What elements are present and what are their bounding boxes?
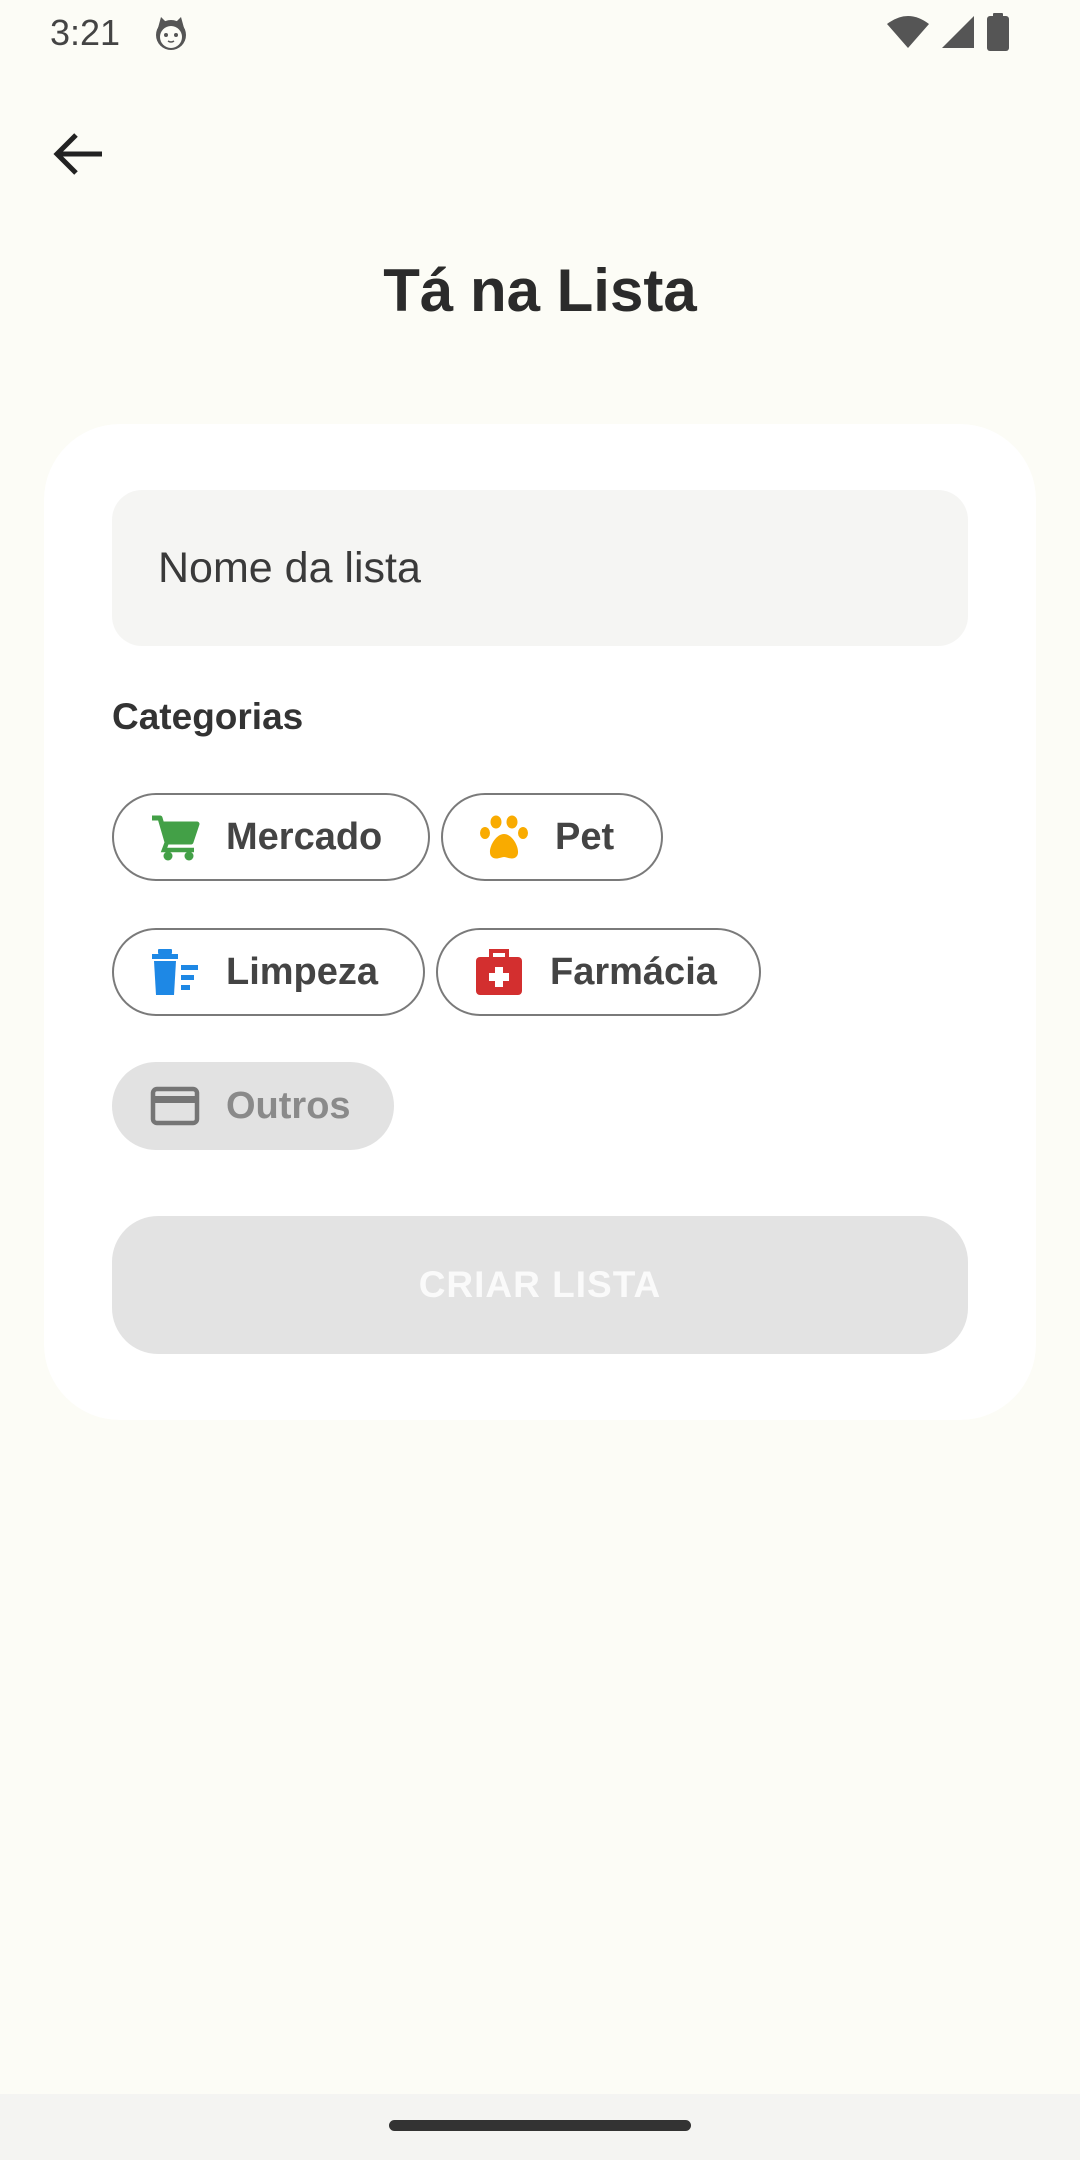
category-chip-pet[interactable]: Pet <box>441 793 663 881</box>
shopping-cart-icon <box>150 812 200 862</box>
back-button[interactable] <box>44 122 112 190</box>
category-chip-outros[interactable]: Outros <box>112 1062 394 1150</box>
create-list-card: Categorias Mercado Pet <box>44 424 1036 1420</box>
navigation-bar <box>0 2094 1080 2160</box>
status-bar: 3:21 <box>0 0 1080 66</box>
category-label: Pet <box>555 815 615 858</box>
cleaning-bin-icon <box>150 947 200 997</box>
credit-card-icon <box>150 1081 200 1131</box>
category-label: Outros <box>226 1084 351 1127</box>
category-label: Mercado <box>226 815 383 858</box>
category-chip-mercado[interactable]: Mercado <box>112 793 430 881</box>
arrow-back-icon <box>52 130 104 183</box>
cat-icon <box>152 14 190 52</box>
medical-kit-icon <box>474 947 524 997</box>
paw-icon <box>479 812 529 862</box>
create-list-button[interactable]: CRIAR LISTA <box>112 1216 968 1354</box>
signal-icon <box>940 14 976 55</box>
category-chip-limpeza[interactable]: Limpeza <box>112 928 425 1016</box>
page-title: Tá na Lista <box>383 257 697 324</box>
list-name-input[interactable] <box>112 490 968 646</box>
category-label: Limpeza <box>226 950 379 993</box>
category-chip-farmacia[interactable]: Farmácia <box>436 928 761 1016</box>
home-gesture-handle[interactable] <box>389 2120 691 2131</box>
battery-icon <box>986 12 1010 56</box>
category-label: Farmácia <box>550 950 717 993</box>
status-icons <box>886 12 1010 56</box>
wifi-icon <box>886 14 930 55</box>
categories-label: Categorias <box>112 696 304 737</box>
status-time: 3:21 <box>50 12 121 53</box>
